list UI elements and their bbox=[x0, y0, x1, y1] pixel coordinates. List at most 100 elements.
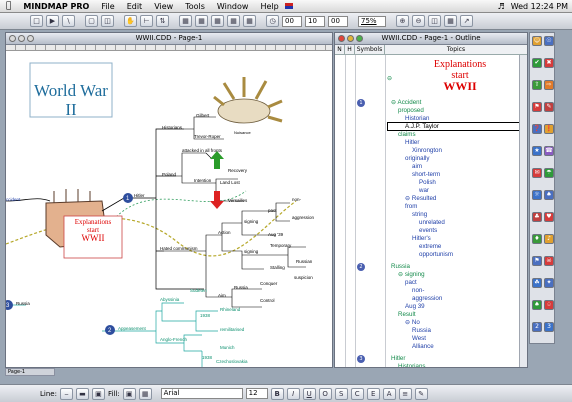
palette-symbol-icon[interactable]: ✔ bbox=[532, 58, 542, 68]
center-topic[interactable]: Explanations start WWII bbox=[64, 218, 122, 243]
node-russia[interactable]: Russia bbox=[16, 301, 30, 306]
palette-symbol-icon[interactable]: ❗ bbox=[544, 124, 554, 134]
node-suspicion[interactable]: suspicion bbox=[294, 275, 313, 280]
palette-symbol-icon[interactable]: ⇧ bbox=[532, 80, 542, 90]
outline-row[interactable]: aim bbox=[412, 163, 422, 170]
outline-row[interactable]: ⊖ signing bbox=[398, 271, 425, 278]
node-intention[interactable]: Intention bbox=[194, 178, 211, 183]
sort-icon[interactable]: ⇅ bbox=[156, 15, 169, 27]
node-signing-2[interactable]: signing bbox=[244, 249, 258, 254]
outline-row[interactable]: war bbox=[419, 187, 429, 194]
node-recovery[interactable]: Recovery bbox=[228, 168, 247, 173]
palette-symbol-icon[interactable]: 3 bbox=[544, 322, 554, 332]
zoom-button[interactable] bbox=[356, 35, 363, 42]
outline-row[interactable]: string bbox=[412, 211, 427, 218]
zoom-select[interactable]: 75% bbox=[358, 15, 386, 27]
line-width-icon[interactable]: ▬ bbox=[75, 387, 89, 400]
outline-row[interactable]: extreme bbox=[419, 243, 441, 250]
grid-icon[interactable]: ▦ bbox=[444, 15, 457, 27]
palette-symbol-icon[interactable]: ✖ bbox=[544, 58, 554, 68]
underline-button[interactable]: U bbox=[302, 387, 316, 400]
outline-number-badge[interactable]: 2 bbox=[357, 263, 365, 271]
layout-2-icon[interactable]: ▦ bbox=[195, 15, 208, 27]
outline-row[interactable]: Russia bbox=[412, 327, 431, 334]
node-hitler[interactable]: Hitler bbox=[134, 193, 145, 198]
outline-row[interactable]: Hitler bbox=[391, 355, 405, 362]
node-munich[interactable]: Munich bbox=[220, 345, 235, 350]
node-abyssinia[interactable]: Abyssinia bbox=[160, 297, 179, 302]
outline-row[interactable]: non- bbox=[412, 287, 424, 294]
node-1938[interactable]: 1938 bbox=[200, 313, 210, 318]
palette-symbol-icon[interactable]: 2 bbox=[532, 322, 542, 332]
outline-window-titlebar[interactable]: WWII.CDD - Page-1 - Outline bbox=[335, 33, 527, 45]
outline-row[interactable]: ⊖ Resulted bbox=[405, 195, 436, 202]
outline-row[interactable]: West bbox=[412, 335, 426, 342]
minimize-button[interactable] bbox=[347, 35, 354, 42]
outline-number-badge[interactable]: 1 bbox=[357, 99, 365, 107]
outline-row[interactable]: unrelated bbox=[419, 219, 445, 226]
palette-symbol-icon[interactable]: ♪ bbox=[544, 234, 554, 244]
zoom-in-icon[interactable]: ⊕ bbox=[396, 15, 409, 27]
outline-row[interactable]: events bbox=[419, 227, 437, 234]
node-control[interactable]: Control bbox=[260, 298, 275, 303]
outline-row[interactable]: Polish bbox=[419, 179, 436, 186]
fill-pattern-icon[interactable]: ▦ bbox=[138, 387, 152, 400]
palette-symbol-icon[interactable]: ♠ bbox=[544, 190, 554, 200]
node-remilitarised[interactable]: remilitarised bbox=[220, 327, 244, 332]
palette-symbol-icon[interactable]: ☎ bbox=[544, 146, 554, 156]
outline-topic-title[interactable]: Explanations start WWII bbox=[405, 59, 515, 92]
outline-row[interactable]: ⊖ No bbox=[405, 319, 420, 326]
palette-symbol-icon[interactable]: ♤ bbox=[544, 300, 554, 310]
rect-tool-icon[interactable]: ▢ bbox=[85, 15, 98, 27]
outline-row[interactable]: opportunism bbox=[419, 251, 453, 258]
outline-row[interactable]: Hitler's bbox=[412, 235, 431, 242]
palette-symbol-icon[interactable]: ❓ bbox=[532, 124, 542, 134]
close-button[interactable] bbox=[9, 35, 16, 42]
outline-row[interactable]: Xinrongton bbox=[412, 147, 442, 154]
paint-icon[interactable]: ✎ bbox=[414, 387, 428, 400]
app-menu[interactable]: MINDMAP PRO bbox=[17, 2, 95, 11]
palette-symbol-icon[interactable]: ✦ bbox=[544, 278, 554, 288]
menu-file[interactable]: File bbox=[95, 2, 120, 11]
outline-button[interactable]: O bbox=[318, 387, 332, 400]
node-land-lost[interactable]: Land Lost bbox=[220, 180, 240, 185]
outline-row[interactable]: pact bbox=[405, 279, 417, 286]
palette-symbol-icon[interactable]: ★ bbox=[532, 146, 542, 156]
outline-row[interactable]: Russia bbox=[391, 263, 410, 270]
node-trevor-roper[interactable]: Trevor-Roper bbox=[194, 134, 221, 139]
col-symbols[interactable]: Symbols bbox=[355, 45, 385, 54]
col-n[interactable]: N bbox=[335, 45, 345, 54]
minimize-button[interactable] bbox=[18, 35, 25, 42]
outline-number-badge[interactable]: 3 bbox=[357, 355, 365, 363]
outline-scrollbar[interactable] bbox=[519, 55, 527, 367]
page-tab[interactable]: Page-1 bbox=[5, 368, 55, 376]
text-color-icon[interactable]: A bbox=[382, 387, 396, 400]
node-russia-leaf[interactable]: Russia bbox=[234, 285, 248, 290]
node-poland[interactable]: Poland bbox=[162, 172, 176, 177]
cloud-icon[interactable] bbox=[213, 77, 283, 124]
menu-window[interactable]: Window bbox=[211, 2, 255, 11]
bold-button[interactable]: B bbox=[270, 387, 284, 400]
node-aim[interactable]: Aim bbox=[218, 293, 226, 298]
line-tool-icon[interactable]: \ bbox=[62, 15, 75, 27]
outline-row[interactable]: Result bbox=[398, 311, 416, 318]
zoom-button[interactable] bbox=[27, 35, 34, 42]
node-temporary[interactable]: Temporary bbox=[270, 243, 291, 248]
volume-icon[interactable]: ♬ bbox=[498, 2, 505, 11]
line-color-icon[interactable]: ▣ bbox=[91, 387, 105, 400]
palette-symbol-icon[interactable]: ♠ bbox=[532, 300, 542, 310]
node-signing[interactable]: signing bbox=[244, 219, 258, 224]
clock-icon[interactable]: ◷ bbox=[266, 15, 279, 27]
fit-icon[interactable]: ◫ bbox=[428, 15, 441, 27]
map-window-titlebar[interactable]: WWII.CDD - Page-1 bbox=[6, 33, 332, 45]
node-czech[interactable]: Czechoslovakia bbox=[216, 359, 248, 364]
col-h[interactable]: H bbox=[345, 45, 355, 54]
node-historians[interactable]: Historians bbox=[162, 125, 182, 130]
branch-icon[interactable]: ⊢ bbox=[140, 15, 153, 27]
outline-row[interactable]: Hitler bbox=[405, 139, 419, 146]
menu-help[interactable]: Help bbox=[254, 2, 284, 11]
apple-icon[interactable]:  bbox=[0, 1, 17, 11]
italic-button[interactable]: I bbox=[286, 387, 300, 400]
palette-symbol-icon[interactable]: ☂ bbox=[544, 168, 554, 178]
layout-3-icon[interactable]: ▦ bbox=[211, 15, 224, 27]
